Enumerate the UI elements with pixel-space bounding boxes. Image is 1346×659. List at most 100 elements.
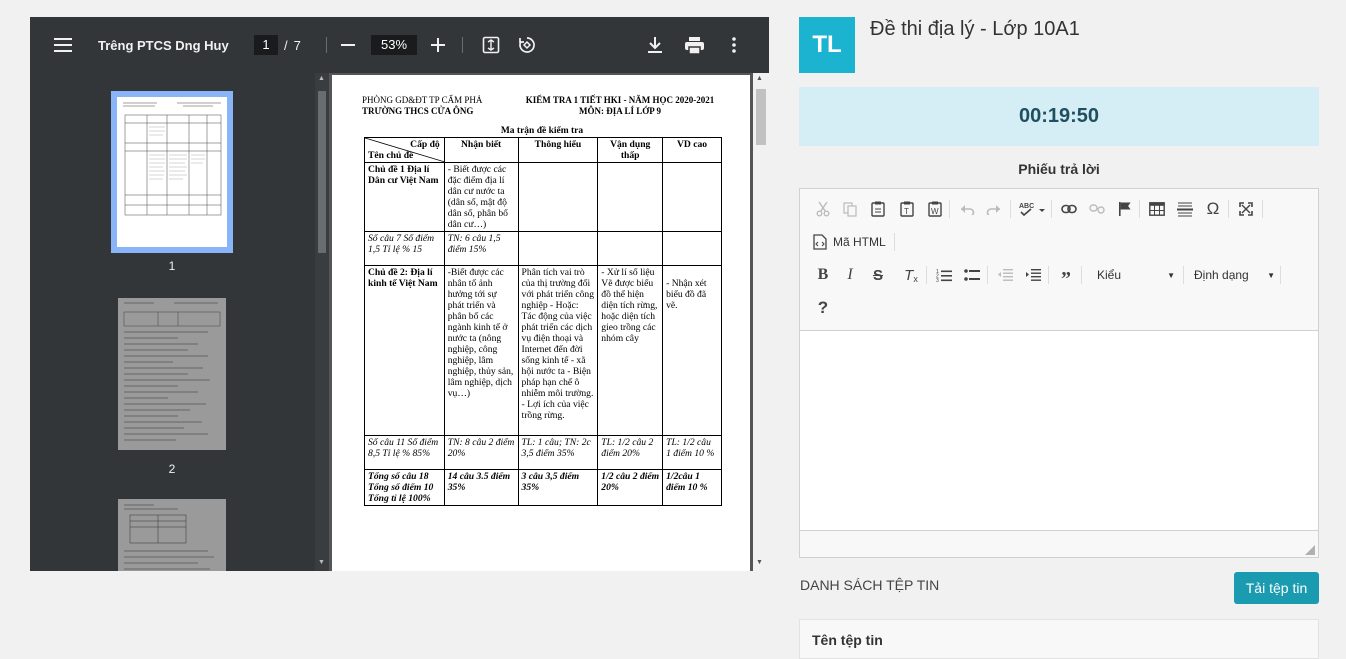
zoom-input[interactable]: 53% (371, 35, 417, 55)
styles-label: Kiểu (1097, 268, 1122, 282)
doc-school: TRƯỜNG THCS CỬA ÔNG (362, 106, 474, 116)
maximize-icon[interactable] (1236, 199, 1256, 219)
doc-exam-title: KIỂM TRA 1 TIẾT HKI - NĂM HỌC 2020-2021 (525, 95, 715, 105)
numbered-list-icon[interactable]: 123 (934, 265, 954, 285)
answer-heading: Phiếu trả lời (1018, 161, 1100, 177)
table-header-cell: Nhận biết (443, 137, 519, 163)
bulleted-list-icon[interactable] (962, 265, 982, 285)
doc-table-title: Ma trận đề kiểm tra (500, 126, 584, 136)
redo-icon[interactable] (984, 199, 1004, 219)
copy-icon[interactable] (840, 199, 860, 219)
resize-handle-icon[interactable] (1305, 542, 1315, 560)
zoom-out-icon[interactable] (341, 17, 355, 73)
menu-icon[interactable] (54, 17, 72, 73)
help-icon[interactable]: ? (813, 298, 833, 318)
editor-content-area[interactable] (800, 330, 1318, 531)
outdent-icon[interactable] (995, 265, 1015, 285)
table-cell: -Biết được các nhân tố ảnh hưởng tới sự … (443, 265, 519, 436)
chevron-down-icon: ▼ (1167, 270, 1175, 280)
thumbnail-page-3[interactable] (118, 499, 226, 571)
rotate-icon[interactable] (517, 17, 537, 73)
source-button[interactable]: Mã HTML (813, 232, 886, 252)
paste-word-icon[interactable]: W (925, 199, 945, 219)
doc-subject: MÔN: ĐỊA LÍ LỚP 9 (578, 106, 661, 116)
svg-text:T: T (904, 207, 909, 216)
table-cell: Số câu 11 Số điểm 8,5 Tỉ lệ % 85% (364, 435, 445, 470)
italic-icon[interactable]: I (840, 265, 860, 285)
table-cell (597, 162, 664, 232)
special-char-icon[interactable]: Ω (1203, 199, 1223, 219)
styles-dropdown[interactable]: Kiểu ▼ (1089, 265, 1175, 285)
svg-text:ABC: ABC (1019, 203, 1034, 210)
avatar: TL (799, 17, 855, 73)
toolbar-divider (326, 37, 327, 53)
thumbnail-page-1[interactable] (111, 91, 233, 253)
paste-text-icon[interactable]: T (897, 199, 917, 219)
svg-text:3: 3 (936, 278, 939, 282)
blockquote-icon[interactable]: ” (1056, 265, 1076, 289)
fit-page-icon[interactable] (482, 17, 500, 73)
upload-file-button[interactable]: Tải tệp tin (1234, 572, 1319, 604)
more-options-icon[interactable] (732, 17, 736, 73)
table-cell: TL: 1 câu; TN: 2c 3,5 điểm 35% (517, 435, 599, 470)
paste-icon[interactable] (868, 199, 888, 219)
pdf-viewer: Trêng PTCS Dng Huy 1 / 7 53% 1 2 ▲ ▼ PHÒ… (30, 17, 769, 571)
table-cell: - Xử lí số liệu Vẽ được biểu đồ thể hiện… (597, 265, 664, 436)
matrix-table: Cấp độ Tên chủ đề Nhận biết Thông hiểu V… (364, 137, 722, 506)
format-dropdown[interactable]: Định dạng ▼ (1189, 265, 1275, 285)
thumbnail-sidebar: 1 2 (30, 73, 329, 571)
format-label: Định dạng (1194, 268, 1249, 282)
doc-dept: PHÒNG GD&ĐT TP CẨM PHẢ (362, 95, 483, 105)
table-header-cell: Vận dụng thấp (597, 137, 664, 163)
cut-icon[interactable] (813, 199, 833, 219)
exam-timer: 00:19:50 (799, 87, 1319, 146)
pdf-toolbar: Trêng PTCS Dng Huy 1 / 7 53% (30, 17, 769, 73)
print-icon[interactable] (685, 17, 704, 73)
unlink-icon[interactable] (1087, 199, 1107, 219)
file-name-column-header: Tên tệp tin (812, 632, 883, 648)
table-icon[interactable] (1147, 199, 1167, 219)
table-cell: TL: 1/2 câu 2 điểm 20% (597, 435, 664, 470)
chevron-down-icon: ▼ (1267, 270, 1275, 280)
table-cell: Chủ đề 1 Địa lí Dân cư Việt Nam (364, 162, 445, 232)
zoom-in-icon[interactable] (431, 17, 445, 73)
table-cell: 1/2câu 1 điểm 10 % (662, 469, 722, 506)
undo-icon[interactable] (957, 199, 977, 219)
table-cell: - Biết được các đặc điểm địa lí dân cư n… (443, 162, 519, 232)
source-label: Mã HTML (833, 235, 886, 249)
bold-icon[interactable]: B (813, 265, 833, 285)
table-cell: 1/2 câu 2 điểm 20% (597, 469, 664, 506)
file-table: Tên tệp tin (799, 619, 1319, 659)
source-icon (813, 234, 827, 250)
table-cell: 14 câu 3.5 điểm 35% (443, 469, 519, 506)
thumbnail-page-2[interactable] (118, 298, 226, 450)
spellcheck-icon[interactable]: ABC (1018, 199, 1046, 219)
table-cell: Tổng số câu 18 Tổng số điểm 10 Tổng tỉ l… (364, 469, 445, 506)
table-cell: TN: 6 câu 1,5 điểm 15% (443, 231, 519, 266)
table-cell: - Nhận xét biểu đồ đã vẽ. (662, 265, 722, 436)
table-cell: Phân tích vai trò của thị trường đối với… (517, 265, 599, 436)
table-cell (662, 162, 722, 232)
indent-icon[interactable] (1023, 265, 1043, 285)
exam-title: Đề thi địa lý - Lớp 10A1 (870, 18, 1080, 40)
page-total: 7 (293, 37, 301, 53)
strikethrough-icon[interactable]: S (868, 265, 888, 285)
page-scrollbar[interactable]: ▲ ▼ (753, 73, 769, 571)
svg-text:W: W (931, 207, 939, 216)
table-cell: 3 câu 3,5 điểm 35% (517, 469, 599, 506)
page-separator: / (284, 37, 288, 53)
link-icon[interactable] (1059, 199, 1079, 219)
rich-text-editor: T W ABC Ω Mã HTML B I S Tx 1 2 3 ” Kiểu … (799, 188, 1319, 558)
remove-format-icon[interactable]: Tx (901, 265, 921, 285)
page-number-input[interactable]: 1 (254, 35, 278, 55)
table-cell: Số câu 7 Số điểm 1,5 Tỉ lệ % 15 (364, 231, 445, 266)
thumbnail-label: 2 (168, 462, 176, 476)
table-cell (517, 162, 599, 232)
download-icon[interactable] (647, 17, 663, 73)
thumbnail-label: 1 (168, 259, 176, 273)
table-header-cell: VD cao (662, 137, 722, 163)
pdf-title: Trêng PTCS Dng Huy (98, 37, 229, 53)
thumbnail-scrollbar[interactable]: ▲ ▼ (315, 73, 329, 571)
anchor-flag-icon[interactable] (1115, 199, 1135, 219)
horizontal-line-icon[interactable] (1175, 199, 1195, 219)
